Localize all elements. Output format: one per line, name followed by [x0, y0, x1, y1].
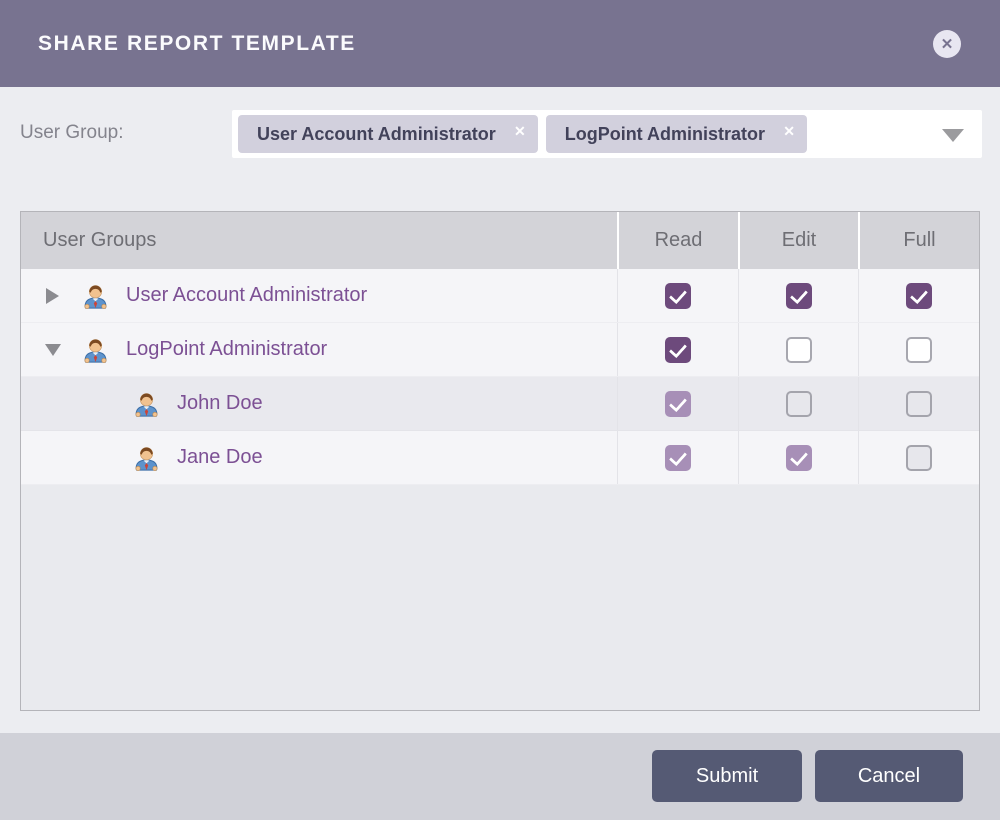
edit-checkbox[interactable] — [785, 336, 812, 363]
column-header-edit: Edit — [738, 212, 858, 269]
full-checkbox[interactable] — [906, 336, 932, 363]
close-icon: ✕ — [940, 35, 954, 53]
collapse-arrow-icon[interactable] — [45, 342, 61, 358]
read-checkbox[interactable] — [665, 282, 691, 309]
tag-label: LogPoint Administrator — [564, 123, 766, 144]
group-name: User Account Administrator — [126, 284, 368, 306]
dialog-title: SHARE REPORT TEMPLATE — [38, 31, 356, 55]
table-row: Jane Doe — [21, 431, 979, 485]
dialog-header: SHARE REPORT TEMPLATE ✕ — [0, 0, 1000, 87]
user-icon — [135, 393, 158, 418]
table-row: John Doe — [21, 377, 979, 431]
user-icon — [135, 447, 158, 472]
user-name: John Doe — [177, 392, 263, 414]
edit-checkbox[interactable] — [785, 282, 812, 309]
full-checkbox — [906, 390, 932, 417]
user-group-label: User Group: — [20, 122, 124, 143]
table-row: LogPoint Administrator — [21, 323, 979, 377]
table-row: User Account Administrator — [21, 269, 979, 323]
user-name: Jane Doe — [177, 446, 263, 468]
table-header-row: User Groups Read Edit Full — [21, 212, 979, 269]
column-header-user-groups: User Groups — [43, 229, 157, 251]
read-checkbox — [665, 444, 691, 471]
edit-checkbox — [785, 390, 812, 417]
column-header-full: Full — [858, 212, 979, 269]
submit-button[interactable]: Submit — [652, 750, 802, 802]
read-checkbox[interactable] — [665, 336, 691, 363]
full-checkbox — [906, 444, 932, 471]
dropdown-caret-icon[interactable] — [942, 129, 964, 142]
user-group-icon — [84, 285, 107, 310]
user-group-multiselect[interactable]: User Account Administrator ✕ LogPoint Ad… — [232, 110, 982, 158]
remove-tag-icon[interactable]: ✕ — [783, 123, 795, 140]
read-checkbox — [665, 390, 691, 417]
expand-arrow-icon[interactable] — [46, 287, 60, 304]
permissions-table: User Groups Read Edit Full User Account … — [20, 211, 980, 711]
selected-group-tag: User Account Administrator ✕ — [238, 115, 538, 153]
dialog-footer: Submit Cancel — [0, 733, 1000, 820]
tag-label: User Account Administrator — [257, 123, 496, 144]
close-button[interactable]: ✕ — [933, 30, 961, 58]
cancel-button[interactable]: Cancel — [815, 750, 963, 802]
remove-tag-icon[interactable]: ✕ — [514, 123, 526, 140]
full-checkbox[interactable] — [906, 282, 932, 309]
user-group-icon — [84, 339, 107, 364]
edit-checkbox — [785, 444, 812, 471]
column-header-read: Read — [617, 212, 738, 269]
selected-group-tag: LogPoint Administrator ✕ — [545, 115, 808, 153]
group-name: LogPoint Administrator — [126, 338, 328, 360]
table-empty-area — [21, 485, 979, 710]
